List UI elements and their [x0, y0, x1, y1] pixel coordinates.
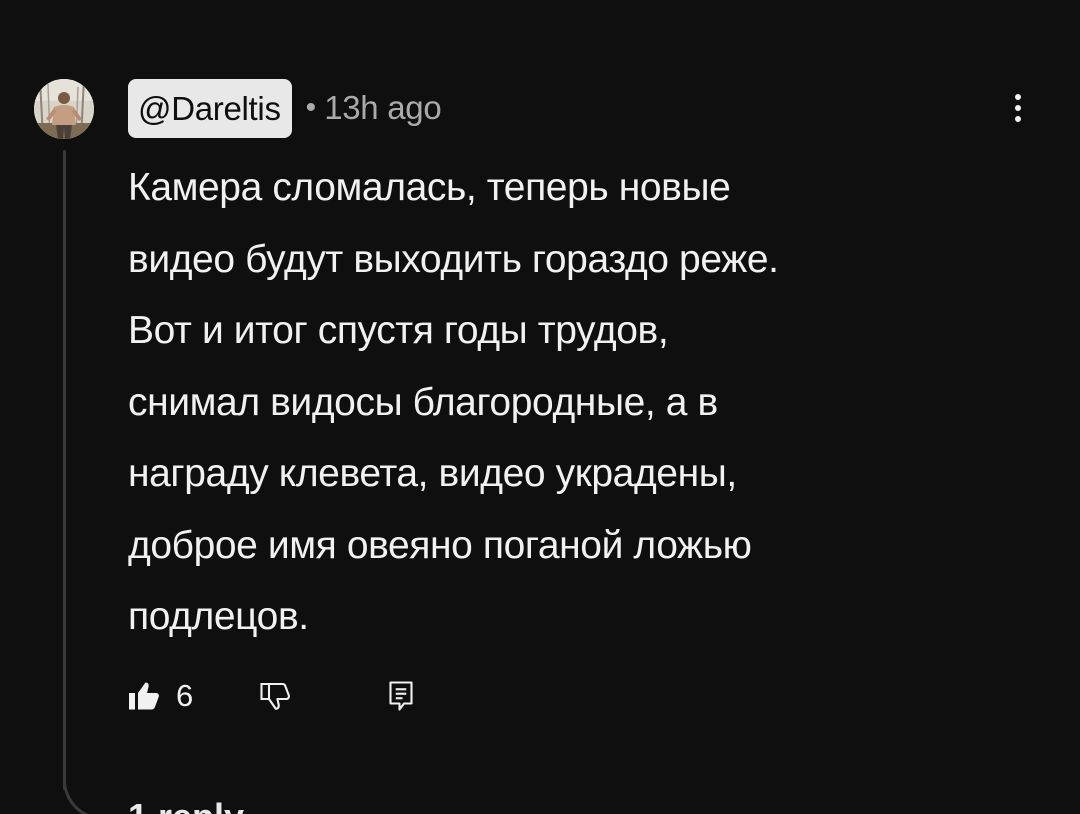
author-handle[interactable]: @Dareltis [128, 78, 292, 138]
comment-text: Камера сломалась, теперь новые видео буд… [128, 152, 1028, 653]
thumb-down-icon [260, 682, 291, 710]
thumb-up-icon [129, 682, 159, 710]
dislike-button[interactable] [257, 671, 293, 721]
previous-comment-actions-cut [0, 0, 1080, 6]
comment-header: @Dareltis • 13h ago [128, 78, 442, 138]
comment-screen: @Dareltis • 13h ago Камера сломалась, те… [0, 0, 1080, 814]
comment-text-line: награду клевета, видео украдены, [128, 452, 737, 495]
avatar-photo [34, 79, 94, 139]
like-button[interactable]: 6 [126, 671, 193, 721]
comment-text-line: подлецов. [128, 595, 309, 638]
comment-text-line: доброе имя овеяно поганой ложью [128, 523, 752, 567]
reply-icon [389, 681, 413, 711]
comment-text-line: снимал видосы благородные, а в [128, 380, 718, 424]
avatar[interactable] [34, 79, 94, 139]
comment-text-line: видео будут выходить гораздо реже. [128, 237, 779, 281]
reply-thread-line [63, 150, 66, 790]
header-separator: • [305, 91, 317, 124]
like-count: 6 [176, 678, 194, 713]
comment-actions: 6 [126, 671, 419, 721]
comment-timestamp: 13h ago [324, 89, 442, 126]
more-vert-icon[interactable] [1000, 88, 1036, 128]
reply-button[interactable] [383, 671, 419, 721]
comment-text-line: Камера сломалась, теперь новые [128, 166, 731, 209]
comment-text-line: Вот и итог спустя годы трудов, [128, 309, 669, 352]
view-replies-link[interactable]: 1 reply [128, 796, 244, 814]
